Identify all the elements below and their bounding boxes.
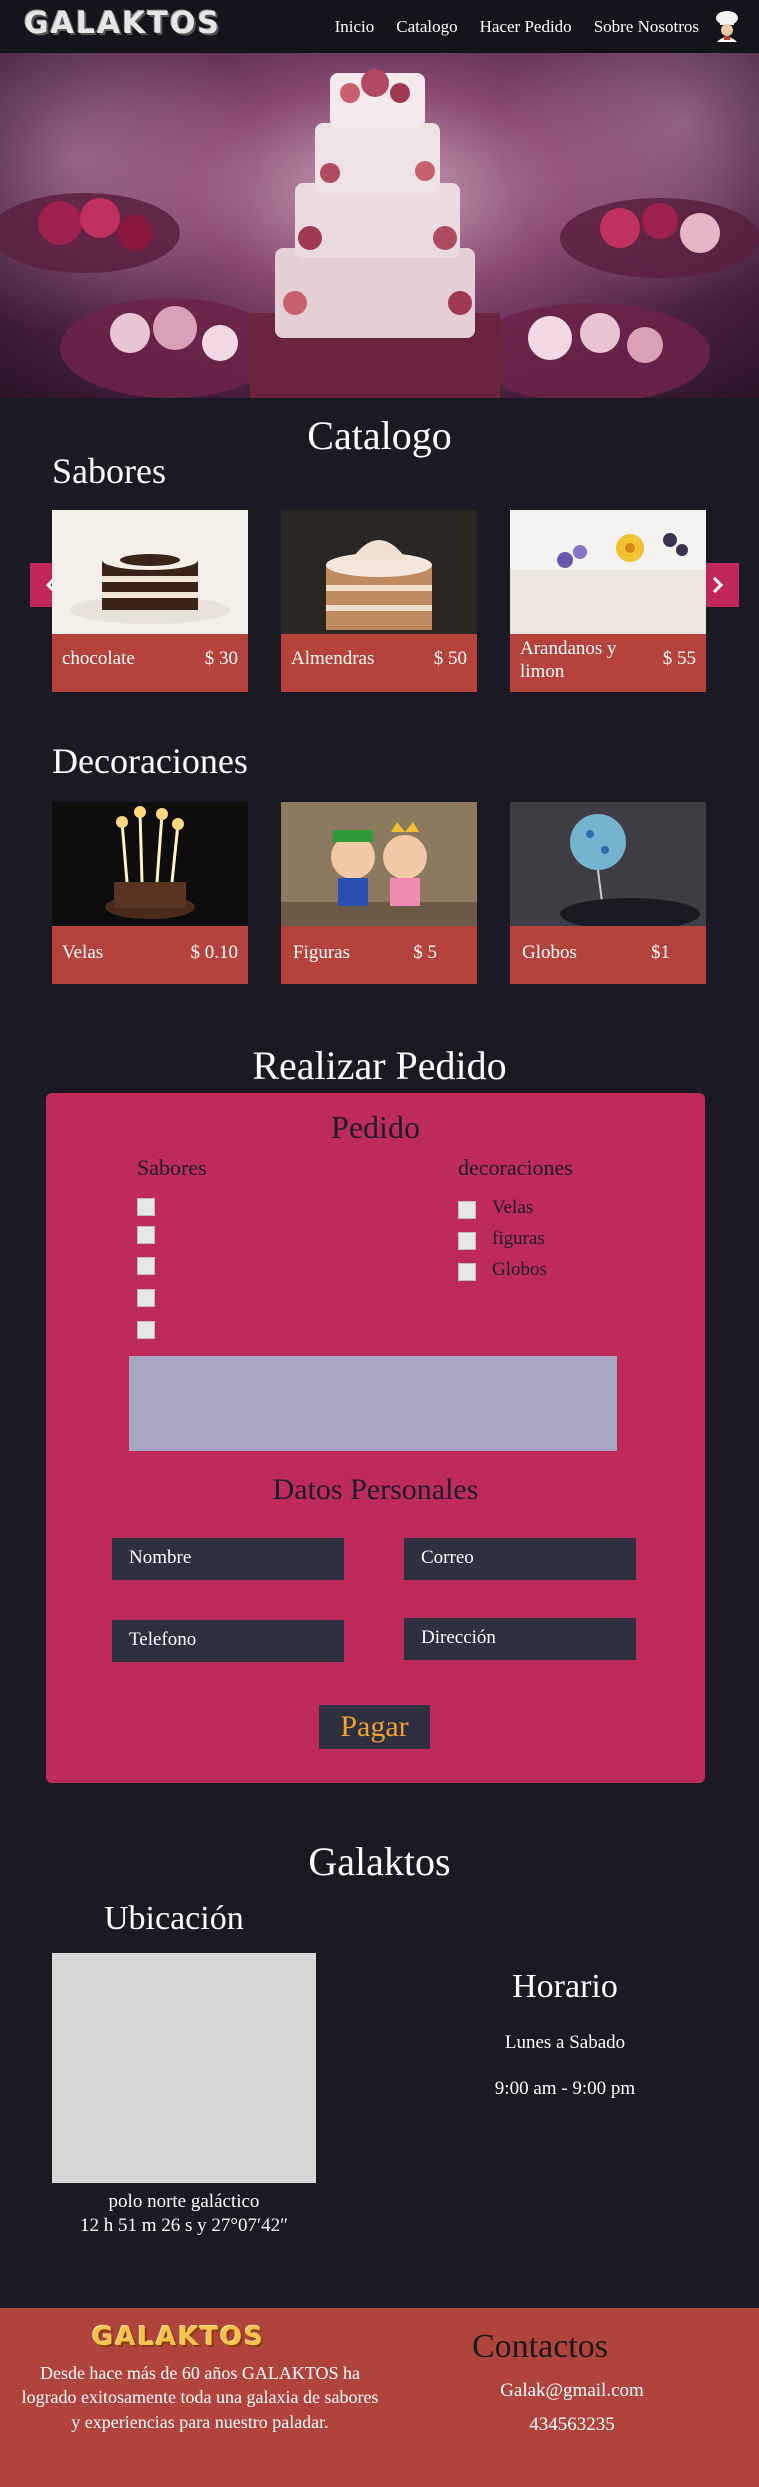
footer-description: Desde hace más de 60 años GALAKTOS ha lo…: [21, 2363, 379, 2432]
nav-link-sobre-nosotros[interactable]: Sobre Nosotros: [594, 17, 699, 37]
candles-image: [52, 802, 248, 926]
phone-input[interactable]: Telefono: [112, 1620, 344, 1662]
figurines-image: [281, 802, 477, 926]
blueberry-lemon-cake-image: [510, 510, 706, 634]
address-input[interactable]: Dirección: [404, 1618, 636, 1660]
flavor-card-almendras[interactable]: Almendras $ 50: [281, 510, 477, 692]
decorations-title: Decoraciones: [52, 741, 248, 781]
schedule-title: Horario: [512, 1968, 618, 2005]
chevron-right-icon: [712, 576, 724, 594]
decoration-card-velas[interactable]: Velas $ 0.10: [52, 802, 248, 984]
hero-banner: [0, 53, 759, 398]
flavor-card-arandanos[interactable]: Arandanos y limon $ 55: [510, 510, 706, 692]
nav-links: Inicio Catalogo Hacer Pedido Sobre Nosot…: [335, 17, 699, 37]
about-title: Galaktos: [308, 1839, 451, 1884]
nav-link-catalogo[interactable]: Catalogo: [396, 17, 457, 37]
flavors-title: Sabores: [52, 451, 166, 491]
site-logo[interactable]: GALAKTOS: [24, 6, 221, 41]
decoration-price: $ 0.10: [190, 942, 239, 963]
location-text-1: polo norte galáctico: [108, 2191, 260, 2212]
nav-link-inicio[interactable]: Inicio: [335, 17, 375, 37]
wedding-cake-image: [0, 69, 759, 398]
chef-icon[interactable]: [713, 10, 741, 42]
nav-link-hacer-pedido[interactable]: Hacer Pedido: [480, 17, 572, 37]
flavor-card-chocolate[interactable]: chocolate $ 30: [52, 510, 248, 692]
decoration-option-label: Velas: [492, 1197, 534, 1218]
footer-logo: GALAKTOS: [92, 2322, 265, 2352]
almond-cake-image: [281, 510, 477, 634]
location-text-2: 12 h 51 m 26 s y 27°07′42″: [79, 2215, 289, 2236]
flavor-name: Almendras: [291, 648, 375, 669]
schedule-days: Lunes a Sabado: [504, 2032, 626, 2053]
flavors-label: Sabores: [137, 1155, 207, 1180]
flavor-price: $ 50: [433, 648, 467, 669]
decoration-checkbox-velas[interactable]: [458, 1201, 476, 1219]
decoration-price: $1: [651, 942, 670, 963]
order-panel: Pedido Sabores decoraciones Velas figura…: [46, 1093, 705, 1783]
flavor-checkbox[interactable]: [137, 1321, 155, 1339]
order-section-title: Realizar Pedido: [252, 1043, 507, 1088]
pay-button[interactable]: Pagar: [319, 1705, 430, 1749]
decoration-name: Velas: [62, 942, 104, 963]
decorations-label: decoraciones: [458, 1155, 573, 1180]
contact-title: Contactos: [472, 2328, 608, 2365]
decoration-card-globos[interactable]: Globos $1: [510, 802, 706, 984]
location-title: Ubicación: [104, 1900, 244, 1937]
flavor-name: chocolate: [62, 648, 135, 669]
decoration-name: Globos: [522, 942, 577, 963]
flavor-checkbox[interactable]: [137, 1257, 155, 1275]
order-panel-title: Pedido: [331, 1109, 420, 1145]
decoration-option-label: Globos: [492, 1259, 547, 1280]
location-map[interactable]: [52, 1953, 316, 2183]
name-input[interactable]: Nombre: [112, 1538, 344, 1580]
decoration-checkbox-globos[interactable]: [458, 1263, 476, 1281]
contact-phone[interactable]: 434563235: [462, 2414, 682, 2436]
balloon-image: [510, 802, 706, 926]
decoration-card-figuras[interactable]: Figuras $ 5: [281, 802, 477, 984]
flavor-checkbox[interactable]: [137, 1198, 155, 1216]
chocolate-cake-image: [52, 510, 248, 634]
footer: GALAKTOS Desde hace más de 60 años GALAK…: [0, 2308, 759, 2487]
decoration-checkbox-figuras[interactable]: [458, 1232, 476, 1250]
flavor-price: $ 55: [662, 648, 696, 669]
navbar: GALAKTOS Inicio Catalogo Hacer Pedido So…: [0, 0, 759, 53]
flavor-checkbox[interactable]: [137, 1226, 155, 1244]
decoration-price: $ 5: [413, 942, 437, 963]
decoration-name: Figuras: [293, 942, 350, 963]
flavor-checkbox[interactable]: [137, 1289, 155, 1307]
order-notes-textarea[interactable]: [129, 1356, 617, 1451]
email-input[interactable]: Correo: [404, 1538, 636, 1580]
decoration-option-label: figuras: [492, 1228, 545, 1249]
schedule-hours: 9:00 am - 9:00 pm: [494, 2078, 636, 2099]
flavor-name: Arandanos y limon: [520, 638, 617, 682]
flavor-price: $ 30: [204, 648, 238, 669]
personal-data-title: Datos Personales: [272, 1473, 479, 1506]
contact-email[interactable]: Galak@gmail.com: [462, 2380, 682, 2402]
